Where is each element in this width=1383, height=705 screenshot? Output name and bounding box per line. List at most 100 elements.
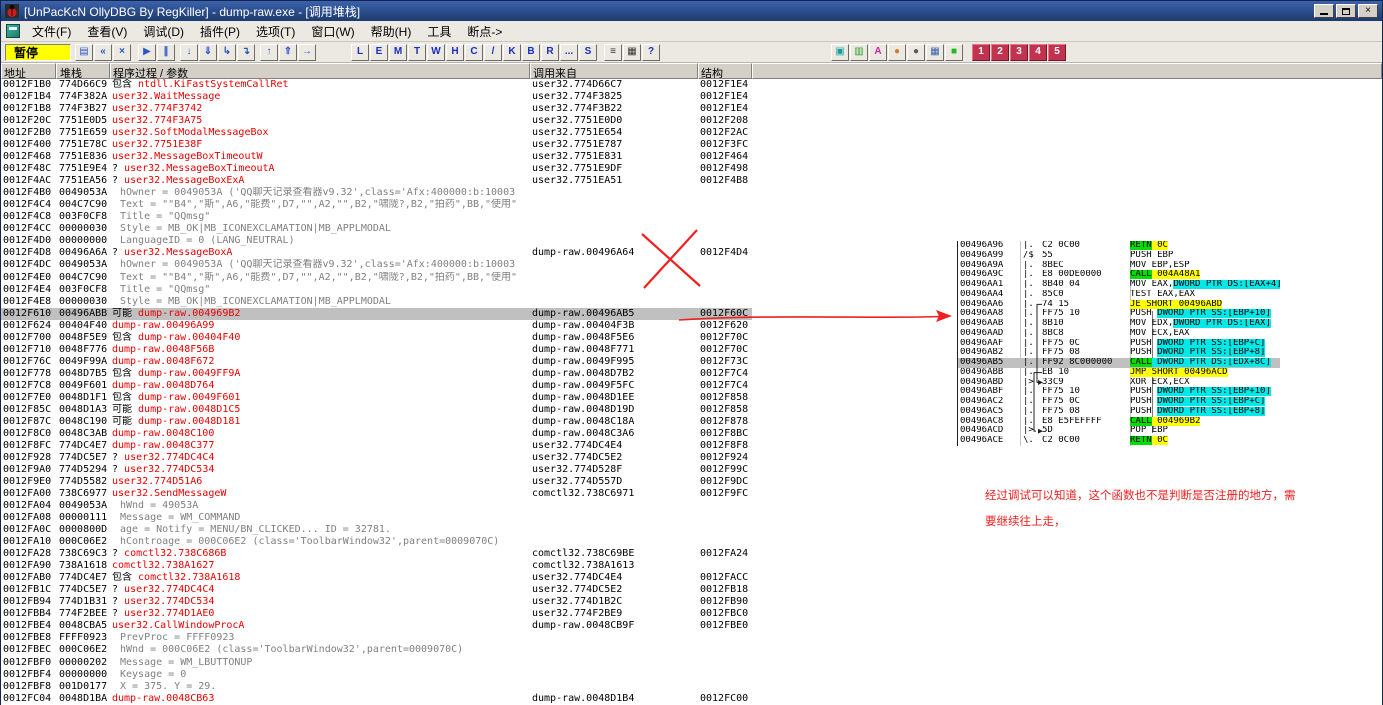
view-breakpoints-button[interactable]: B	[522, 43, 540, 61]
disasm-row[interactable]: 00496AAF |. FF75 0C PUSH DWORD PTR SS:[EBP+…	[958, 338, 1280, 349]
menu-item-5[interactable]: 选项(T)	[248, 21, 303, 42]
disasm-row[interactable]: 00496ACD |> 5D POP EBP	[958, 426, 1280, 436]
plugin-2-button[interactable]: ▥	[850, 43, 868, 61]
view-callstack-button[interactable]: K	[503, 43, 521, 61]
child-window-icon[interactable]	[6, 24, 20, 38]
disasm-row[interactable]: 00496ABF |. FF75 10 PUSH DWORD PTR SS:[EBP+…	[958, 387, 1280, 397]
disasm-row[interactable]: 00496ACE \. C2 0C00 RETN 0C	[958, 436, 1280, 446]
view-executables-button[interactable]: E	[370, 43, 388, 61]
minimize-button[interactable]	[1314, 4, 1334, 18]
help-button[interactable]: ?	[642, 43, 660, 61]
breakpoint-slot-2-button[interactable]: 2	[991, 43, 1009, 61]
callstack-row[interactable]: 0012FBB4 774F2BEE? user32.774D1AE0 user32.…	[1, 608, 1382, 620]
view-source-button[interactable]: S	[579, 43, 597, 61]
callstack-row[interactable]: 0012F2B0 7751E659 user32.SoftModalMessageB…	[1, 127, 1382, 139]
disasm-row[interactable]: 00496AA6 |. 74 15 JE SHORT 00496ABD	[958, 299, 1280, 310]
step-over-button[interactable]: ⇓	[199, 43, 217, 61]
callstack-row[interactable]: 0012F1B4 774F382A user32.WaitMessage user32…	[1, 91, 1382, 103]
col-header-called-from[interactable]: 调用来自	[530, 63, 698, 79]
view-threads-button[interactable]: T	[408, 43, 426, 61]
callstack-row[interactable]: 0012F400 7751E78C user32.7751E38F user32.77…	[1, 139, 1382, 151]
view-cpu-button[interactable]: C	[465, 43, 483, 61]
disasm-row[interactable]: 00496AC8 |. E8 E5FEFFFF CALL 004969B2	[958, 416, 1280, 427]
callstack-row[interactable]: 0012FA08 00000111 Message = WM_COMMAND	[1, 512, 1382, 524]
callstack-row[interactable]: 0012F4AC 7751EA56? user32.MessageBoxExA us…	[1, 175, 1382, 187]
breakpoint-slot-3-button[interactable]: 3	[1010, 43, 1028, 61]
callstack-row[interactable]: 0012FBF4 00000000 Keysage = 0	[1, 669, 1382, 681]
animate-into-button[interactable]: ↳	[218, 43, 236, 61]
disasm-row[interactable]: 00496AA8 |. FF75 10 PUSH DWORD PTR SS:[EBP+…	[958, 309, 1280, 319]
open-file-button[interactable]: ▤	[75, 43, 93, 61]
callstack-row[interactable]: 0012FA10 000C06E2 hControage = 000C06E2 (c…	[1, 536, 1382, 548]
callstack-row[interactable]: 0012F468 7751E836 user32.MessageBoxTimeout…	[1, 151, 1382, 163]
plugin-4-button[interactable]: ●	[888, 43, 906, 61]
view-windows-button[interactable]: W	[427, 43, 445, 61]
menu-item-2[interactable]: 查看(V)	[79, 21, 135, 42]
view-patches-button[interactable]: /	[484, 43, 502, 61]
breakpoint-slot-1-button[interactable]: 1	[972, 43, 990, 61]
disasm-row[interactable]: 00496AAD |. 8BC8 MOV ECX,EAX	[958, 329, 1280, 339]
callstack-row[interactable]: 0012F1B0 774D66C9 包含 ntdll.KiFastSystemCal…	[1, 79, 1382, 91]
plugin-3-button[interactable]: A	[869, 43, 887, 61]
pause-button[interactable]: ∥	[157, 43, 175, 61]
view-runtrace-button[interactable]: ...	[560, 43, 578, 61]
callstack-row[interactable]: 0012FA28 738C69C3? comctl32.738C686B comct…	[1, 548, 1382, 560]
callstack-row[interactable]: 0012F4C4 004C7C90 Text = ""B4","斯",A6,"能费"…	[1, 199, 1382, 211]
callstack-row[interactable]: 0012FBF8 001D0177 X = 375. Y = 29.	[1, 681, 1382, 693]
run-button[interactable]: ▶	[138, 43, 156, 61]
disasm-row[interactable]: 00496AC2 |. FF75 0C PUSH DWORD PTR SS:[EBP+…	[958, 397, 1280, 407]
callstack-row[interactable]: 0012F4CC 00000030 Style = MB_OK|MB_ICONEXC…	[1, 223, 1382, 235]
menu-item-1[interactable]: 文件(F)	[24, 21, 79, 42]
menu-item-4[interactable]: 插件(P)	[192, 21, 248, 42]
callstack-row[interactable]: 0012F20C 7751E0D5 user32.774F3A75 user32.77…	[1, 115, 1382, 127]
menu-item-8[interactable]: 工具	[419, 21, 459, 42]
disasm-row[interactable]: 00496AA1 |. 8B40 04 MOV EAX,DWORD PTR DS:[E…	[958, 280, 1280, 290]
disasm-row[interactable]: 00496AC5 |. FF75 08 PUSH DWORD PTR SS:[EBP+…	[958, 406, 1280, 417]
callstack-row[interactable]: 0012F4B0 0049053A hOwner = 0049053A ('QQ聊天…	[1, 187, 1382, 199]
callstack-row[interactable]: 0012F1B8 774F3B27 user32.774F3742 user32.77…	[1, 103, 1382, 115]
col-header-procedure[interactable]: 程序过程 / 参数	[110, 63, 530, 79]
disasm-row[interactable]: 00496ABD |> 33C9 XOR ECX,ECX	[958, 378, 1280, 388]
callstack-row[interactable]: 0012FBE4 0048CBA5 user32.CallWindowProcA du…	[1, 620, 1382, 632]
restore-button[interactable]	[1336, 4, 1356, 18]
execute-till-user-button[interactable]: ⇑	[279, 43, 297, 61]
disasm-row[interactable]: 00496A96 |. C2 0C00 RETN 0C	[958, 241, 1280, 251]
callstack-row[interactable]: 0012FA90 738A1618 comctl32.738A1627 comctl3…	[1, 560, 1382, 572]
menu-item-7[interactable]: 帮助(H)	[363, 21, 420, 42]
step-into-button[interactable]: ↓	[180, 43, 198, 61]
callstack-row[interactable]: 0012FBE8 FFFF0923 PrevProc = FFFF0923	[1, 632, 1382, 644]
plugin-5-button[interactable]: ●	[907, 43, 925, 61]
disasm-row[interactable]: 00496AB2 |. FF75 08 PUSH DWORD PTR SS:[EBP+…	[958, 348, 1280, 358]
plugin-6-button[interactable]: ▦	[926, 43, 944, 61]
col-header-address[interactable]: 地址	[1, 63, 56, 79]
callstack-row[interactable]: 0012FB1C 774DC5E7? user32.774DC4C4 user32.…	[1, 584, 1382, 596]
callstack-row[interactable]: 0012FBEC 000C06E2 hWnd = 000C06E2 (class='…	[1, 644, 1382, 656]
disasm-row[interactable]: 00496ABB |. EB 10 JMP SHORT 00496ACD	[958, 367, 1280, 378]
callstack-row[interactable]: 0012FB94 774D1B31? user32.774DC534 user32.…	[1, 596, 1382, 608]
callstack-row[interactable]: 0012F4C8 003F0CF8 Title = "QQmsg"	[1, 211, 1382, 223]
close-button[interactable]: ×	[1358, 4, 1378, 18]
view-log-button[interactable]: L	[351, 43, 369, 61]
disasm-row[interactable]: 00496AAB |. 8B10 MOV EDX,DWORD PTR DS:[EAX]	[958, 319, 1280, 329]
disasm-row[interactable]: 00496A99 /$ 55 PUSH EBP	[958, 251, 1280, 261]
breakpoint-slot-5-button[interactable]: 5	[1048, 43, 1066, 61]
disasm-row[interactable]: 00496A9A |. 8BEC MOV EBP,ESP	[958, 261, 1280, 271]
options-button[interactable]: ≡	[604, 43, 622, 61]
appearance-button[interactable]: ▦	[623, 43, 641, 61]
callstack-row[interactable]: 0012F928 774DC5E7? user32.774DC4C4 user32.…	[1, 452, 1382, 464]
col-header-frame[interactable]: 结构	[698, 63, 752, 79]
callstack-row[interactable]: 0012F9A0 774D5294? user32.774DC534 user32.…	[1, 464, 1382, 476]
disasm-row[interactable]: 00496A9C |. E8 00DE0000 CALL 004A48A1	[958, 270, 1280, 280]
breakpoint-slot-4-button[interactable]: 4	[1029, 43, 1047, 61]
disasm-row[interactable]: 00496AA4 |. 85C0 TEST EAX,EAX	[958, 290, 1280, 300]
disasm-row[interactable]: 00496AB5 |. FF92 8C000000 CALL DWORD PTR DS…	[958, 358, 1280, 368]
view-memory-button[interactable]: M	[389, 43, 407, 61]
restart-button[interactable]: «	[94, 43, 112, 61]
plugin-1-button[interactable]: ▣	[831, 43, 849, 61]
menu-item-3[interactable]: 调试(D)	[135, 21, 192, 42]
animate-over-button[interactable]: ↴	[237, 43, 255, 61]
col-header-stack[interactable]: 堆栈	[56, 63, 110, 79]
go-to-address-button[interactable]: →	[298, 43, 316, 61]
menu-item-6[interactable]: 窗口(W)	[303, 21, 362, 42]
plugin-7-button[interactable]: ■	[945, 43, 963, 61]
